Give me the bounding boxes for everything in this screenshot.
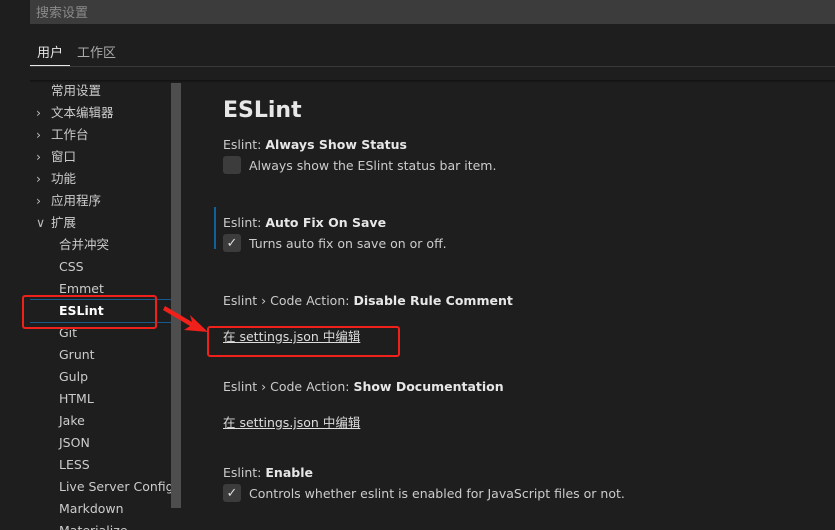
toc-item[interactable]: CSS <box>30 256 180 278</box>
toc-item-label: HTML <box>59 391 94 406</box>
header-shadow <box>30 80 835 83</box>
setting-name: Disable Rule Comment <box>353 293 513 308</box>
setting-auto-fix-on-save: Eslint: Auto Fix On Save ✓ Turns auto fix… <box>214 207 823 293</box>
toc-item[interactable]: › 工作台 <box>30 124 180 146</box>
checkbox-checked[interactable]: ✓ <box>223 484 241 502</box>
edit-in-settings-json-link[interactable]: 在 settings.json 中编辑 <box>223 412 360 431</box>
chevron-right-icon: › <box>36 105 41 120</box>
annotation-box-eslint <box>22 295 157 329</box>
toc-item-label: Live Server Config <box>59 479 174 494</box>
divider <box>30 66 835 67</box>
setting-name: Always Show Status <box>265 137 407 152</box>
setting-show-documentation: Eslint › Code Action: Show Documentation… <box>223 379 823 465</box>
toc-item[interactable]: › 文本编辑器 <box>30 102 180 124</box>
toc-item-label: 合并冲突 <box>59 237 110 252</box>
annotation-box-link <box>207 326 400 357</box>
toc-item-label: Gulp <box>59 369 89 384</box>
toc-item-label: Markdown <box>59 501 124 516</box>
toc-item[interactable]: Jake <box>30 410 180 432</box>
toc-item[interactable]: Live Server Config <box>30 476 180 498</box>
toc-item-label: Emmet <box>59 281 104 296</box>
setting-prefix: Eslint: <box>223 215 266 230</box>
checkbox-checked[interactable]: ✓ <box>223 234 241 252</box>
setting-prefix: Eslint: <box>223 137 266 152</box>
setting-name: Enable <box>265 465 313 480</box>
tab-workspace[interactable]: 工作区 <box>70 38 123 66</box>
toc-item-label: Grunt <box>59 347 95 362</box>
chevron-right-icon: › <box>36 193 41 208</box>
scope-tabs: 用户 工作区 <box>30 38 123 66</box>
toc-item[interactable]: Grunt <box>30 344 180 366</box>
focus-indicator <box>214 207 216 249</box>
setting-description: Turns auto fix on save on or off. <box>249 235 447 251</box>
toc-item-label: 文本编辑器 <box>51 105 114 120</box>
toc-item-label: 常用设置 <box>51 83 102 98</box>
toc-item-label: JSON <box>59 435 90 450</box>
setting-name: Auto Fix On Save <box>265 215 387 230</box>
toc-item[interactable]: › 窗口 <box>30 146 180 168</box>
setting-always-show-status: Eslint: Always Show Status Always show t… <box>223 137 823 215</box>
toc-item[interactable]: 常用设置 <box>30 80 180 102</box>
setting-description: Controls whether eslint is enabled for J… <box>249 485 625 501</box>
toc-item[interactable]: Materialize <box>30 520 180 530</box>
settings-editor: ESLint Eslint: Always Show Status Always… <box>214 98 823 502</box>
toc-item-label: 工作台 <box>51 127 89 142</box>
toc-item-label: 功能 <box>51 171 77 186</box>
checkbox[interactable] <box>223 156 241 174</box>
tab-user[interactable]: 用户 <box>30 38 71 66</box>
toc-item[interactable]: Markdown <box>30 498 180 520</box>
check-icon: ✓ <box>226 235 238 251</box>
setting-description: Always show the ESlint status bar item. <box>249 157 497 173</box>
toc-item[interactable]: 合并冲突 <box>30 234 180 256</box>
setting-prefix: Eslint › Code Action: <box>223 293 354 308</box>
section-title: ESLint <box>223 98 302 123</box>
toc-item[interactable]: HTML <box>30 388 180 410</box>
setting-prefix: Eslint: <box>223 465 266 480</box>
toc-item-label: CSS <box>59 259 84 274</box>
check-icon: ✓ <box>226 485 238 501</box>
annotation-arrow-icon <box>163 306 208 332</box>
setting-name: Show Documentation <box>353 379 504 394</box>
chevron-down-icon: ∨ <box>36 215 46 230</box>
toc-item-label: 扩展 <box>51 215 77 230</box>
toc-scrollbar[interactable] <box>171 80 181 508</box>
toc-item[interactable]: › 应用程序 <box>30 190 180 212</box>
toc-item[interactable]: JSON <box>30 432 180 454</box>
toc-item[interactable]: Gulp <box>30 366 180 388</box>
chevron-right-icon: › <box>36 149 41 164</box>
toc-item-label: 应用程序 <box>51 193 102 208</box>
setting-prefix: Eslint › Code Action: <box>223 379 354 394</box>
toc-item[interactable]: LESS <box>30 454 180 476</box>
toc-item-label: 窗口 <box>51 149 77 164</box>
chevron-right-icon: › <box>36 127 41 142</box>
toc-item-label: LESS <box>59 457 90 472</box>
toc-item[interactable]: › 功能 <box>30 168 180 190</box>
toc-item-label: Jake <box>59 413 85 428</box>
toc-item-label: Materialize <box>59 523 128 530</box>
search-settings-input[interactable]: 搜索设置 <box>30 0 835 24</box>
chevron-right-icon: › <box>36 171 41 186</box>
toc-item[interactable]: ∨ 扩展 <box>30 212 180 234</box>
setting-enable: Eslint: Enable ✓ Controls whether eslint … <box>223 465 823 502</box>
